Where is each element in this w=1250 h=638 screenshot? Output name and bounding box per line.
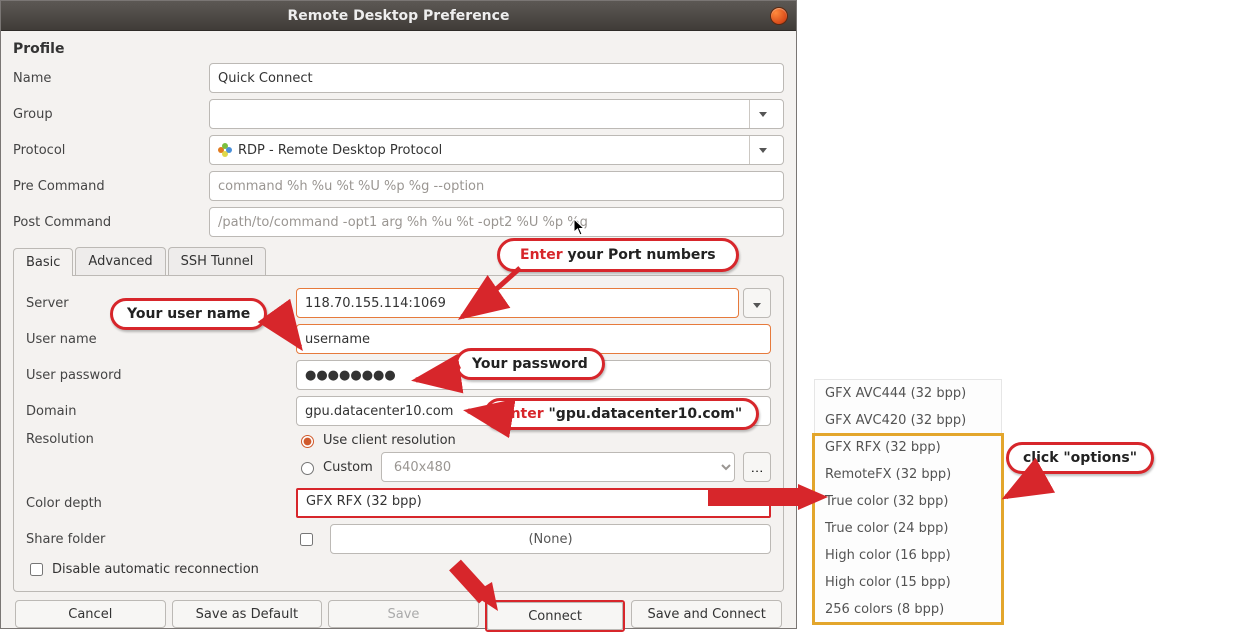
cancel-button[interactable]: Cancel — [15, 600, 166, 628]
button-row: Cancel Save as Default Save Connect Save… — [13, 600, 784, 632]
resolution-client-radio[interactable]: Use client resolution — [296, 432, 771, 448]
protocol-combo[interactable]: RDP - Remote Desktop Protocol — [209, 135, 784, 165]
password-input[interactable] — [296, 360, 771, 390]
color-depth-select[interactable]: GFX RFX (32 bpp) — [296, 488, 771, 518]
protocol-label: Protocol — [13, 143, 209, 158]
tab-ssh-tunnel[interactable]: SSH Tunnel — [168, 247, 267, 275]
server-label: Server — [26, 296, 296, 311]
callout-options: click "options" — [1006, 442, 1154, 474]
post-command-input[interactable] — [209, 207, 784, 237]
disable-reconnect-checkbox[interactable] — [30, 563, 43, 576]
resolution-client-radio-input[interactable] — [301, 435, 314, 448]
basic-panel: Server User name User password Domain Re… — [13, 275, 784, 592]
list-item[interactable]: High color (16 bpp) — [815, 542, 1001, 569]
list-item[interactable]: GFX AVC420 (32 bpp) — [815, 407, 1001, 434]
protocol-dropdown-button[interactable] — [749, 136, 775, 164]
connect-button[interactable]: Connect — [487, 602, 624, 630]
list-item[interactable]: True color (24 bpp) — [815, 515, 1001, 542]
name-input[interactable] — [209, 63, 784, 93]
list-item[interactable]: GFX RFX (32 bpp) — [815, 434, 1001, 461]
resolution-custom-select[interactable]: 640x480 — [381, 452, 735, 482]
resolution-ellipsis-button[interactable]: … — [743, 452, 771, 482]
resolution-custom-label: Custom — [323, 460, 373, 475]
chevron-down-icon — [759, 112, 767, 117]
close-icon[interactable] — [770, 7, 788, 25]
window-title: Remote Desktop Preference — [288, 8, 510, 24]
save-default-button[interactable]: Save as Default — [172, 600, 323, 628]
share-folder-checkbox[interactable] — [300, 533, 313, 546]
color-depth-label: Color depth — [26, 496, 296, 511]
save-connect-button[interactable]: Save and Connect — [631, 600, 782, 628]
titlebar: Remote Desktop Preference — [1, 1, 796, 31]
resolution-custom-radio-input[interactable] — [301, 462, 314, 475]
pre-command-label: Pre Command — [13, 179, 209, 194]
server-dropdown-button[interactable] — [743, 288, 771, 318]
password-label: User password — [26, 368, 296, 383]
chevron-down-icon — [759, 148, 767, 153]
group-combo[interactable] — [209, 99, 784, 129]
share-folder-select[interactable]: (None) — [330, 524, 771, 554]
preference-window: Remote Desktop Preference Profile Name G… — [0, 0, 797, 629]
resolution-client-label: Use client resolution — [323, 433, 456, 448]
connect-highlight: Connect — [485, 600, 626, 632]
protocol-value: RDP - Remote Desktop Protocol — [238, 143, 442, 158]
profile-heading: Profile — [13, 41, 784, 57]
list-item[interactable]: 256 colors (8 bpp) — [815, 596, 1001, 623]
name-label: Name — [13, 71, 209, 86]
disable-reconnect-label: Disable automatic reconnection — [52, 562, 259, 577]
list-item[interactable]: High color (15 bpp) — [815, 569, 1001, 596]
pre-command-input[interactable] — [209, 171, 784, 201]
resolution-custom-radio[interactable]: Custom — [296, 459, 373, 475]
share-folder-label: Share folder — [26, 532, 296, 547]
domain-label: Domain — [26, 404, 296, 419]
tab-basic[interactable]: Basic — [13, 248, 73, 276]
color-depth-options-list: GFX AVC444 (32 bpp) GFX AVC420 (32 bpp) … — [814, 379, 1002, 624]
domain-input[interactable] — [296, 396, 771, 426]
group-dropdown-button[interactable] — [749, 100, 775, 128]
resolution-label: Resolution — [26, 432, 296, 447]
username-label: User name — [26, 332, 296, 347]
tab-advanced[interactable]: Advanced — [75, 247, 165, 275]
server-input[interactable] — [296, 288, 739, 318]
tabs: Basic Advanced SSH Tunnel — [13, 247, 784, 275]
list-item[interactable]: True color (32 bpp) — [815, 488, 1001, 515]
post-command-label: Post Command — [13, 215, 209, 230]
mouse-cursor-icon — [573, 218, 587, 236]
chevron-down-icon — [753, 303, 761, 308]
save-button[interactable]: Save — [328, 600, 479, 628]
protocol-icon — [218, 143, 232, 157]
username-input[interactable] — [296, 324, 771, 354]
list-item[interactable]: GFX AVC444 (32 bpp) — [815, 380, 1001, 407]
list-item[interactable]: RemoteFX (32 bpp) — [815, 461, 1001, 488]
group-label: Group — [13, 107, 209, 122]
